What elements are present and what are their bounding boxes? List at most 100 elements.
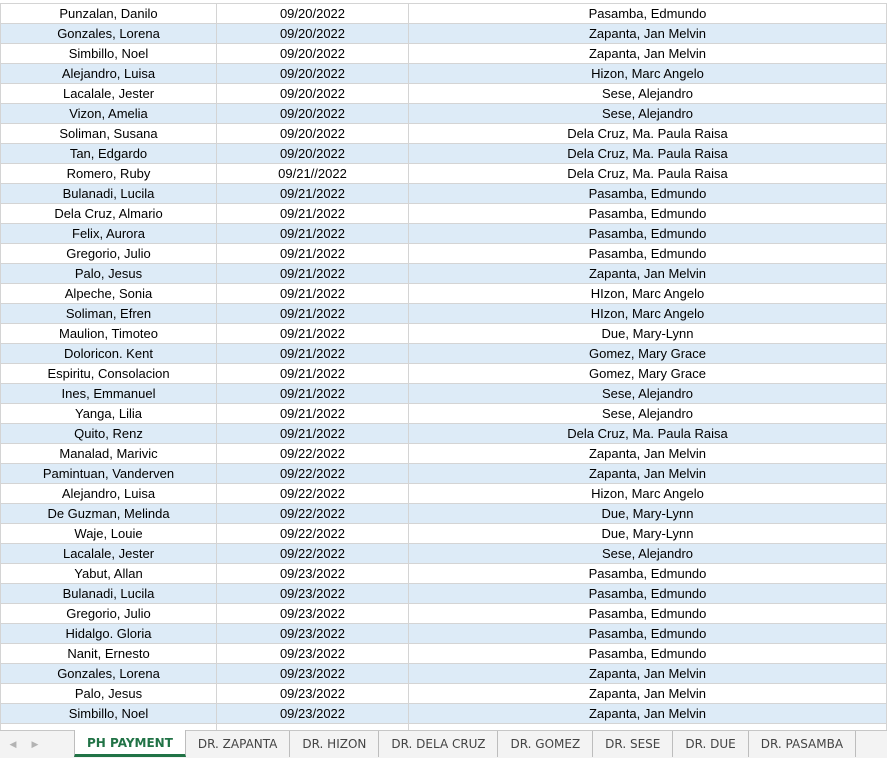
- doctor-cell[interactable]: Pasamba, Edmundo: [408, 223, 887, 244]
- doctor-cell[interactable]: Dela Cruz, Ma. Paula Raisa: [408, 423, 887, 444]
- doctor-cell[interactable]: Sese, Alejandro: [408, 83, 887, 104]
- patient-name-cell[interactable]: Romero, Ruby: [0, 163, 217, 184]
- date-cell[interactable]: 09/21/2022: [216, 323, 409, 344]
- patient-name-cell[interactable]: Punzalan, Danilo: [0, 3, 217, 24]
- date-cell[interactable]: 09/21/2022: [216, 243, 409, 264]
- date-cell[interactable]: 09/23/2022: [216, 643, 409, 664]
- patient-name-cell[interactable]: Alejandro, Luisa: [0, 483, 217, 504]
- sheet-tab-dr-hizon[interactable]: DR. HIZON: [290, 731, 380, 757]
- doctor-cell[interactable]: Zapanta, Jan Melvin: [408, 683, 887, 704]
- patient-name-cell[interactable]: Yanga, Lilia: [0, 403, 217, 424]
- doctor-cell[interactable]: Zapanta, Jan Melvin: [408, 263, 887, 284]
- doctor-cell[interactable]: Sese, Alejandro: [408, 403, 887, 424]
- patient-name-cell[interactable]: Quito, Renz: [0, 423, 217, 444]
- date-cell[interactable]: 09/23/2022: [216, 683, 409, 704]
- doctor-cell[interactable]: Zapanta, Jan Melvin: [408, 663, 887, 684]
- doctor-cell[interactable]: Zapanta, Jan Melvin: [408, 463, 887, 484]
- patient-name-cell[interactable]: Palo, Jesus: [0, 263, 217, 284]
- date-cell[interactable]: 09/21/2022: [216, 303, 409, 324]
- doctor-cell[interactable]: Dela Cruz, Ma. Paula Raisa: [408, 143, 887, 164]
- patient-name-cell[interactable]: Lacalale, Jester: [0, 83, 217, 104]
- triangle-left-icon[interactable]: ◀: [8, 739, 18, 751]
- patient-name-cell[interactable]: Vizon, Amelia: [0, 103, 217, 124]
- patient-name-cell[interactable]: Gonzales, Lorena: [0, 23, 217, 44]
- date-cell[interactable]: 09/20/2022: [216, 103, 409, 124]
- doctor-cell[interactable]: Zapanta, Jan Melvin: [408, 703, 887, 724]
- doctor-cell[interactable]: HIzon, Marc Angelo: [408, 303, 887, 324]
- date-cell[interactable]: 09/23/2022: [216, 603, 409, 624]
- patient-name-cell[interactable]: Tan, Edgardo: [0, 143, 217, 164]
- date-cell[interactable]: 09/23/2022: [216, 563, 409, 584]
- doctor-cell[interactable]: Gomez, Mary Grace: [408, 363, 887, 384]
- doctor-cell[interactable]: Pasamba, Edmundo: [408, 563, 887, 584]
- date-cell[interactable]: 09/21/2022: [216, 403, 409, 424]
- date-cell[interactable]: 09/20/2022: [216, 143, 409, 164]
- sheet-tab-dr-due[interactable]: DR. DUE: [673, 731, 749, 757]
- patient-name-cell[interactable]: Simbillo, Noel: [0, 703, 217, 724]
- date-cell[interactable]: 09/21/2022: [216, 283, 409, 304]
- date-cell[interactable]: 09/21/2022: [216, 203, 409, 224]
- patient-name-cell[interactable]: Doloricon. Kent: [0, 343, 217, 364]
- sheet-tab-dr-dela-cruz[interactable]: DR. DELA CRUZ: [379, 731, 499, 757]
- sheet-tab-dr-sese[interactable]: DR. SESE: [593, 731, 674, 757]
- sheet-tab-dr-zapanta[interactable]: DR. ZAPANTA: [186, 731, 291, 757]
- patient-name-cell[interactable]: Gonzales, Lorena: [0, 663, 217, 684]
- sheet-tab-ph-payment[interactable]: PH PAYMENT: [74, 730, 186, 757]
- patient-name-cell[interactable]: Alejandro, Luisa: [0, 63, 217, 84]
- doctor-cell[interactable]: Pasamba, Edmundo: [408, 243, 887, 264]
- date-cell[interactable]: 09/22/2022: [216, 483, 409, 504]
- patient-name-cell[interactable]: Bulanadi, Lucila: [0, 183, 217, 204]
- date-cell[interactable]: 09/20/2022: [216, 123, 409, 144]
- patient-name-cell[interactable]: Alpeche, Sonia: [0, 283, 217, 304]
- date-cell[interactable]: 09/23/2022: [216, 623, 409, 644]
- date-cell[interactable]: 09/23/2022: [216, 703, 409, 724]
- date-cell[interactable]: 09/20/2022: [216, 43, 409, 64]
- doctor-cell[interactable]: Sese, Alejandro: [408, 103, 887, 124]
- doctor-cell[interactable]: Due, Mary-Lynn: [408, 523, 887, 544]
- patient-name-cell[interactable]: Soliman, Susana: [0, 123, 217, 144]
- patient-name-cell[interactable]: Bulanadi, Lucila: [0, 583, 217, 604]
- doctor-cell[interactable]: Pasamba, Edmundo: [408, 623, 887, 644]
- doctor-cell[interactable]: Hizon, Marc Angelo: [408, 483, 887, 504]
- doctor-cell[interactable]: Hizon, Marc Angelo: [408, 63, 887, 84]
- patient-name-cell[interactable]: Dela Cruz, Almario: [0, 203, 217, 224]
- date-cell[interactable]: 09/21//2022: [216, 163, 409, 184]
- doctor-cell[interactable]: Pasamba, Edmundo: [408, 203, 887, 224]
- sheet-tab-dr-pasamba[interactable]: DR. PASAMBA: [749, 731, 857, 757]
- patient-name-cell[interactable]: Yabut, Allan: [0, 563, 217, 584]
- doctor-cell[interactable]: Pasamba, Edmundo: [408, 183, 887, 204]
- date-cell[interactable]: 09/20/2022: [216, 63, 409, 84]
- doctor-cell[interactable]: Pasamba, Edmundo: [408, 3, 887, 24]
- doctor-cell[interactable]: Gomez, Mary Grace: [408, 343, 887, 364]
- date-cell[interactable]: 09/20/2022: [216, 83, 409, 104]
- patient-name-cell[interactable]: Espiritu, Consolacion: [0, 363, 217, 384]
- date-cell[interactable]: 09/21/2022: [216, 383, 409, 404]
- patient-name-cell[interactable]: De Guzman, Melinda: [0, 503, 217, 524]
- doctor-cell[interactable]: Zapanta, Jan Melvin: [408, 43, 887, 64]
- doctor-cell[interactable]: Sese, Alejandro: [408, 383, 887, 404]
- date-cell[interactable]: 09/22/2022: [216, 543, 409, 564]
- patient-name-cell[interactable]: Soliman, Efren: [0, 303, 217, 324]
- date-cell[interactable]: 09/23/2022: [216, 663, 409, 684]
- patient-name-cell[interactable]: Nanit, Ernesto: [0, 643, 217, 664]
- date-cell[interactable]: 09/20/2022: [216, 3, 409, 24]
- date-cell[interactable]: 09/21/2022: [216, 363, 409, 384]
- patient-name-cell[interactable]: Lacalale, Jester: [0, 543, 217, 564]
- sheet-tab-dr-gomez[interactable]: DR. GOMEZ: [498, 731, 594, 757]
- doctor-cell[interactable]: Due, Mary-Lynn: [408, 503, 887, 524]
- doctor-cell[interactable]: Zapanta, Jan Melvin: [408, 23, 887, 44]
- doctor-cell[interactable]: Pasamba, Edmundo: [408, 583, 887, 604]
- doctor-cell[interactable]: HIzon, Marc Angelo: [408, 283, 887, 304]
- date-cell[interactable]: 09/21/2022: [216, 223, 409, 244]
- doctor-cell[interactable]: Pasamba, Edmundo: [408, 643, 887, 664]
- date-cell[interactable]: 09/22/2022: [216, 443, 409, 464]
- doctor-cell[interactable]: Dela Cruz, Ma. Paula Raisa: [408, 123, 887, 144]
- patient-name-cell[interactable]: Palo, Jesus: [0, 683, 217, 704]
- patient-name-cell[interactable]: Manalad, Marivic: [0, 443, 217, 464]
- date-cell[interactable]: 09/21/2022: [216, 343, 409, 364]
- patient-name-cell[interactable]: Simbillo, Noel: [0, 43, 217, 64]
- doctor-cell[interactable]: Dela Cruz, Ma. Paula Raisa: [408, 163, 887, 184]
- patient-name-cell[interactable]: Pamintuan, Vanderven: [0, 463, 217, 484]
- triangle-right-icon[interactable]: ▶: [30, 739, 40, 751]
- date-cell[interactable]: 09/22/2022: [216, 523, 409, 544]
